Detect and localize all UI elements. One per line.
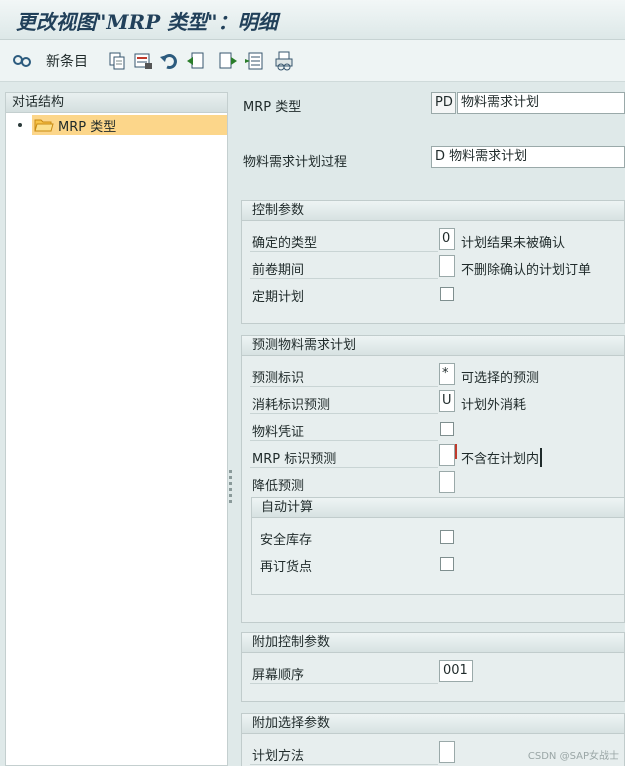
undo-icon [159, 51, 179, 71]
row-divider [250, 278, 438, 279]
dialog-structure-panel: 对话结构 MRP 类型 [5, 92, 228, 766]
forecast-ind-label: 预测标识 [252, 371, 305, 386]
mrp-ind-field[interactable] [439, 444, 455, 466]
open-folder-icon [34, 117, 54, 133]
new-entries-label: 新条目 [46, 54, 88, 70]
safety-stock-checkbox[interactable] [440, 530, 454, 544]
new-entries-button[interactable]: 新条目 [46, 49, 88, 73]
mrp-type-desc-field[interactable]: 物料需求计划 [457, 92, 625, 114]
forecast-mrp-header: 预测物料需求计划 [242, 336, 624, 356]
row-divider [250, 467, 438, 468]
additional-select-header: 附加选择参数 [242, 714, 624, 734]
select-block-icon [245, 51, 265, 71]
row-divider [250, 413, 438, 414]
additional-control-header: 附加控制参数 [242, 633, 624, 653]
copy-icon [107, 51, 127, 71]
deselect-button[interactable] [218, 49, 238, 73]
firming-type-field[interactable]: 0 [439, 228, 455, 250]
reorder-point-checkbox[interactable] [440, 557, 454, 571]
row-divider [250, 251, 438, 252]
consumption-desc: 计划外消耗 [461, 398, 527, 413]
undo-button[interactable] [159, 49, 179, 73]
forecast-ind-desc: 可选择的预测 [461, 371, 540, 386]
mrp-ind-desc: 不含在计划内 [461, 448, 543, 467]
tree-item-label: MRP 类型 [58, 119, 117, 135]
row-divider [250, 440, 438, 441]
planning-method-label: 计划方法 [252, 749, 305, 764]
material-doc-checkbox[interactable] [440, 422, 454, 436]
material-doc-label: 物料凭证 [252, 425, 305, 440]
mrp-procedure-label: 物料需求计划过程 [243, 155, 348, 170]
tree-item-mrp-type[interactable]: MRP 类型 [16, 115, 228, 135]
time-phased-label: 定期计划 [252, 290, 305, 305]
planning-method-field[interactable] [439, 741, 455, 763]
select-all-button[interactable] [186, 49, 206, 73]
mrp-type-label: MRP 类型 [243, 100, 302, 115]
dialog-structure-header: 对话结构 [6, 93, 227, 113]
delete-button[interactable] [133, 49, 153, 73]
reduce-forecast-label: 降低预测 [252, 479, 305, 494]
display-change-button[interactable] [12, 49, 32, 73]
screen-seq-label: 屏幕顺序 [252, 668, 305, 683]
roll-forward-label: 前卷期间 [252, 263, 305, 278]
mrp-ind-label: MRP 标识预测 [252, 452, 337, 467]
roll-forward-desc: 不删除确认的计划订单 [461, 263, 592, 278]
mrp-procedure-field[interactable]: D 物料需求计划 [431, 146, 625, 168]
copy-button[interactable] [107, 49, 127, 73]
consumption-label: 消耗标识预测 [252, 398, 331, 413]
time-phased-checkbox[interactable] [440, 287, 454, 301]
auto-calc-header: 自动计算 [252, 498, 624, 518]
control-params-header: 控制参数 [242, 201, 624, 221]
deselect-icon [218, 51, 238, 71]
cursor-mark [455, 444, 457, 459]
application-toolbar: 新条目 [0, 40, 625, 82]
firming-type-desc: 计划结果未被确认 [461, 236, 566, 251]
page-title: 更改视图"MRP 类型"：明细 [16, 10, 278, 34]
reorder-point-label: 再订货点 [260, 560, 313, 575]
roll-forward-field[interactable] [439, 255, 455, 277]
consumption-field[interactable]: U [439, 390, 455, 412]
bullet-icon [18, 123, 22, 127]
print-icon [274, 51, 294, 71]
forecast-ind-field[interactable]: * [439, 363, 455, 385]
print-button[interactable] [274, 49, 294, 73]
safety-stock-label: 安全库存 [260, 533, 313, 548]
tree-item-selected[interactable]: MRP 类型 [32, 115, 227, 135]
row-divider [250, 683, 438, 684]
firming-type-label: 确定的类型 [252, 236, 318, 251]
reduce-forecast-field[interactable] [439, 471, 455, 493]
watermark: CSDN @SAP女战士 [527, 751, 619, 762]
title-bar: 更改视图"MRP 类型"：明细 [0, 0, 625, 40]
glasses-icon [12, 51, 32, 71]
delete-icon [133, 51, 153, 71]
row-divider [250, 764, 438, 765]
mrp-type-code-field[interactable]: PD [431, 92, 456, 114]
panel-splitter[interactable] [229, 470, 233, 510]
select-all-icon [186, 51, 206, 71]
row-divider [250, 386, 438, 387]
select-block-button[interactable] [245, 49, 265, 73]
screen-seq-field[interactable]: 001 [439, 660, 473, 682]
